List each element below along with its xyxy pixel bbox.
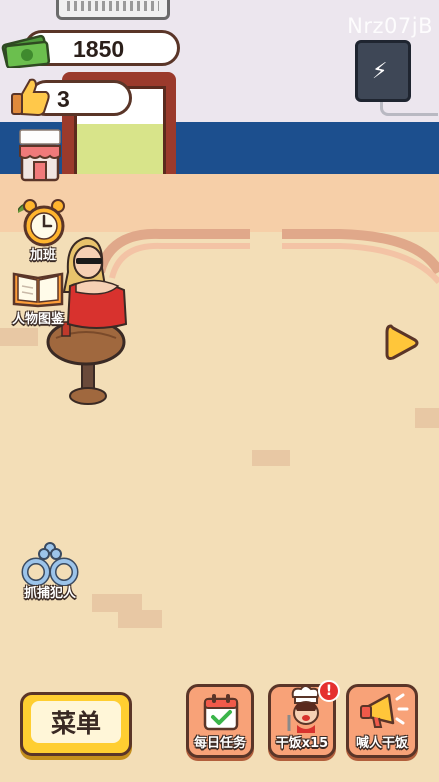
pipe xyxy=(380,102,438,116)
handcuffs-icon xyxy=(21,542,79,586)
air-conditioner xyxy=(56,0,170,20)
likes-value: 3 xyxy=(57,86,70,112)
alarm-clock-icon xyxy=(18,199,65,247)
overtime-label: 加班 xyxy=(29,248,56,263)
book-icon xyxy=(12,272,64,308)
daily-tasks-label: 每日任务 xyxy=(193,736,246,751)
megaphone-icon xyxy=(360,693,409,728)
cash-icon xyxy=(1,34,51,68)
shop-icon[interactable] xyxy=(16,128,64,184)
menu-button[interactable]: 菜单 xyxy=(20,692,132,756)
notification-badge: ! xyxy=(318,680,340,702)
cash-value: 1850 xyxy=(73,36,125,62)
floor-tile xyxy=(415,408,439,428)
thumbs-up-icon xyxy=(11,78,50,117)
call-to-eat-label: 喊人干饭 xyxy=(355,736,408,751)
electric-box: ⚡ xyxy=(355,40,411,102)
arrest-button[interactable]: 抓捕犯人 xyxy=(20,538,80,601)
overtime-button[interactable]: 加班 xyxy=(18,196,68,263)
floor-tile xyxy=(0,328,38,346)
menu-label: 菜单 xyxy=(31,701,121,743)
eat-label: 干饭x15 xyxy=(275,736,329,751)
call-to-eat-button[interactable]: 喊人干饭 xyxy=(346,684,418,758)
next-arrow-icon[interactable] xyxy=(385,322,419,364)
floor-tile xyxy=(118,610,162,628)
arrest-label: 抓捕犯人 xyxy=(23,586,76,601)
watermark-text: Nrz07jB xyxy=(347,14,433,38)
floor-tile xyxy=(252,450,290,466)
lightning-icon: ⚡ xyxy=(372,59,388,84)
character-book-label: 人物图鉴 xyxy=(11,312,64,327)
daily-tasks-button[interactable]: 每日任务 xyxy=(186,684,254,758)
calendar-check-icon xyxy=(203,694,239,731)
character-book-button[interactable]: 人物图鉴 xyxy=(8,268,68,327)
